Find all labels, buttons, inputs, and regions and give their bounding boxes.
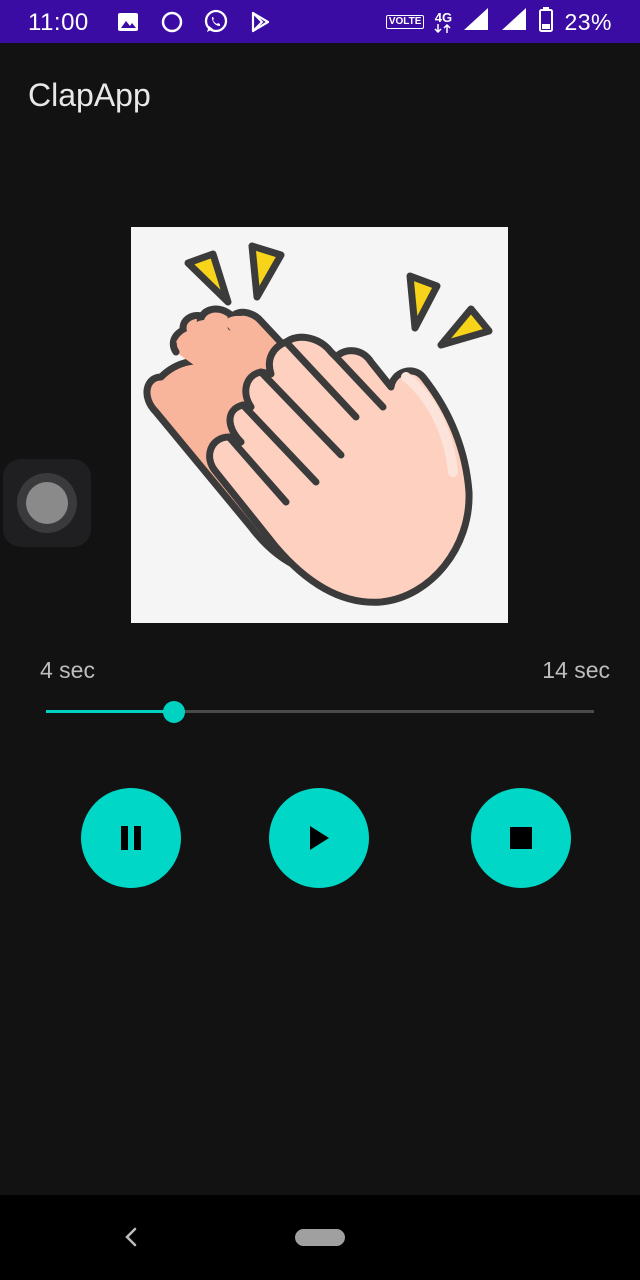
battery-icon	[538, 6, 554, 38]
floating-assistive-button[interactable]	[3, 459, 91, 547]
play-icon	[310, 826, 329, 850]
volte-label: VOLTE	[385, 15, 425, 29]
navigation-bar	[0, 1195, 640, 1280]
volte-icon: VOLTE	[385, 15, 425, 29]
status-icons-left	[114, 8, 274, 36]
image-icon	[114, 8, 142, 36]
whatsapp-icon	[202, 8, 230, 36]
play-button[interactable]	[269, 788, 369, 888]
start-time-label: 4 sec	[40, 657, 95, 683]
pause-icon	[121, 826, 141, 850]
clapping-hands-icon	[143, 242, 493, 606]
pause-button[interactable]	[81, 788, 181, 888]
back-chevron-icon[interactable]	[118, 1223, 146, 1251]
app-title: ClapApp	[28, 77, 151, 113]
status-time: 11:00	[28, 9, 89, 36]
seek-progress	[46, 710, 175, 713]
status-icons-right: VOLTE 4G 23%	[385, 6, 612, 38]
app-bar: ClapApp	[0, 43, 640, 147]
home-pill-icon[interactable]	[295, 1229, 345, 1246]
assistive-dot-icon	[26, 482, 68, 524]
circle-icon	[158, 8, 186, 36]
4g-icon: 4G	[434, 11, 452, 33]
status-bar: 11:00 VOLTE 4G 23%	[0, 0, 640, 43]
network-type-label: 4G	[434, 10, 453, 25]
stop-icon	[510, 827, 532, 849]
end-time-label: 14 sec	[542, 657, 610, 683]
clapping-hands-image	[131, 227, 508, 623]
signal-icon	[462, 6, 490, 38]
stop-button[interactable]	[471, 788, 571, 888]
play-store-icon	[246, 8, 274, 36]
seek-thumb[interactable]	[163, 701, 186, 723]
seek-bar[interactable]	[46, 700, 594, 724]
battery-percent: 23%	[564, 8, 612, 35]
signal-icon	[500, 6, 528, 38]
